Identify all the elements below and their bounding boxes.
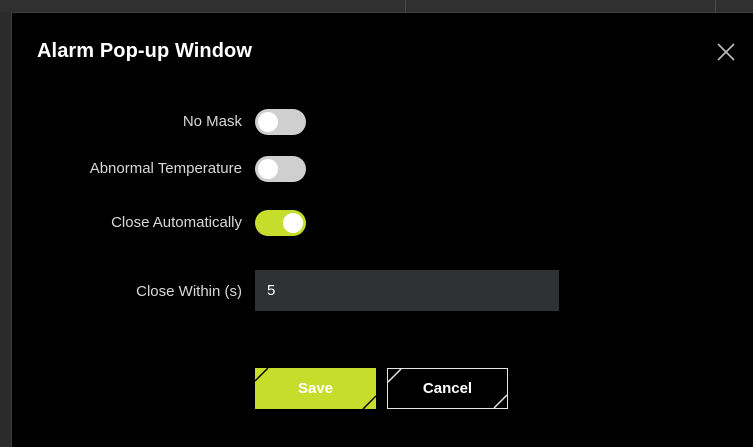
backdrop-toolbar xyxy=(0,0,753,12)
cancel-button-label: Cancel xyxy=(422,380,473,397)
cancel-button[interactable]: Cancel xyxy=(387,368,508,409)
save-button-label: Save xyxy=(297,380,334,397)
close-button[interactable] xyxy=(714,40,738,64)
backdrop-divider xyxy=(405,0,406,12)
no-mask-label: No Mask xyxy=(182,113,242,130)
close-within-label: Close Within (s) xyxy=(136,283,242,300)
close-automatically-label: Close Automatically xyxy=(111,214,242,231)
abnormal-temperature-toggle[interactable] xyxy=(255,156,306,182)
backdrop-divider xyxy=(715,0,716,12)
toggle-knob xyxy=(283,213,303,233)
toggle-knob xyxy=(258,112,278,132)
corner-accent-icon xyxy=(255,368,269,382)
close-within-input[interactable] xyxy=(255,270,559,311)
dialog-title: Alarm Pop-up Window xyxy=(37,40,253,62)
no-mask-toggle[interactable] xyxy=(255,109,306,135)
toggle-knob xyxy=(258,159,278,179)
alarm-popup-dialog: Alarm Pop-up Window No Mask Abnormal Tem… xyxy=(11,12,753,447)
close-icon xyxy=(717,43,735,61)
abnormal-temperature-label: Abnormal Temperature xyxy=(89,160,242,177)
corner-accent-icon xyxy=(362,395,376,409)
save-button[interactable]: Save xyxy=(255,368,376,409)
close-automatically-toggle[interactable] xyxy=(255,210,306,236)
corner-accent-icon xyxy=(388,369,402,383)
corner-accent-icon xyxy=(493,394,507,408)
